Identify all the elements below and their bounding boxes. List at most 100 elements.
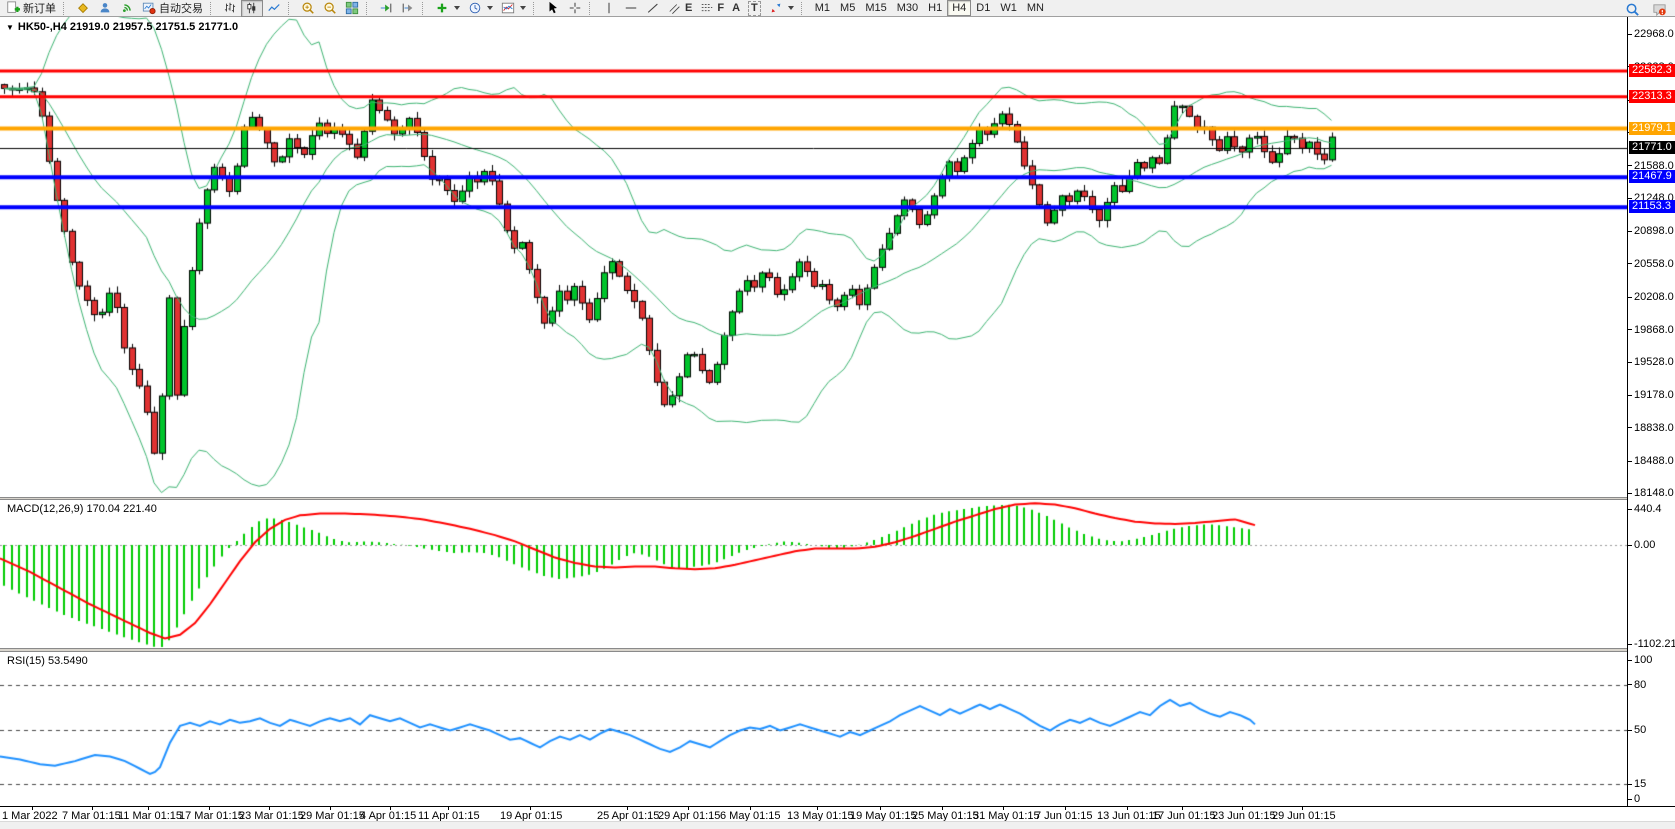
new-order-label: 新订单 [23,0,56,16]
timeframe-button-m5[interactable]: M5 [835,0,860,16]
toolbar-separator [288,2,293,15]
text-label-icon: T [748,1,761,16]
shapes-tool-button[interactable] [765,0,798,17]
indicators-button[interactable] [431,0,464,17]
bar-chart-button[interactable] [219,0,241,17]
signals-button[interactable] [116,0,138,17]
text-label-tool-button[interactable]: T [744,0,765,17]
toolbar-separator [63,2,68,15]
level-price-badge: 21467.9 [1629,170,1675,183]
channel-tool-button[interactable]: E [664,0,696,17]
line-chart-icon [267,1,281,15]
price-tick-label: 18148.0 [1628,487,1674,499]
rsi-panel-canvas[interactable] [0,652,1627,806]
price-tick-label: 19868.0 [1628,324,1674,336]
cursor-tool-button[interactable] [542,0,564,17]
channel-tool-label: E [685,2,692,15]
macd-tick-label: 440.4 [1628,503,1662,515]
price-tick-label: 22968.0 [1628,28,1674,40]
chart-ohlc-values: 21919.0 21957.5 21751.5 21771.0 [70,21,238,33]
text-tool-button[interactable]: A [728,0,744,17]
chart-symbol: HK50-,H4 [18,21,67,33]
shapes-icon [769,1,783,15]
timeframe-button-h1[interactable]: H1 [923,0,947,16]
fibonacci-tool-label: F [717,2,724,15]
crosshair-icon [568,1,582,15]
new-order-icon [6,1,20,15]
trading-platform-window: 新订单 自动交易 E F A T [0,0,1675,829]
macd-tick-label: -1102.21 [1628,638,1675,650]
zoom-out-icon [323,1,337,15]
horizontal-line-tool-button[interactable] [620,0,642,17]
tile-windows-button[interactable] [341,0,363,17]
price-tick-label: 20898.0 [1628,225,1674,237]
toolbar-separator [210,2,215,15]
template-button[interactable] [497,0,530,17]
line-chart-button[interactable] [263,0,285,17]
trendline-tool-button[interactable] [642,0,664,17]
chevron-down-icon [788,6,794,10]
chart-shift-icon [401,1,415,15]
macd-tick-label: 0.00 [1628,539,1655,551]
timeframe-button-mn[interactable]: MN [1022,0,1049,16]
price-tick-label: 19178.0 [1628,389,1674,401]
level-price-badge: 22582.3 [1629,64,1675,77]
chevron-down-icon [520,6,526,10]
price-tick-label: 20208.0 [1628,291,1674,303]
vertical-line-tool-button[interactable] [598,0,620,17]
candlestick-chart-icon [245,1,259,15]
main-chart-canvas[interactable] [0,17,1627,497]
market-icon [98,1,112,15]
fibonacci-tool-button[interactable]: F [696,0,728,17]
candlestick-chart-button[interactable] [241,0,263,17]
autotrade-button[interactable]: 自动交易 [138,0,207,17]
auto-scroll-icon [379,1,393,15]
timeframe-button-m1[interactable]: M1 [810,0,835,16]
chevron-down-icon [487,6,493,10]
timeframe-button-d1[interactable]: D1 [971,0,995,16]
market-button[interactable] [94,0,116,17]
new-order-button[interactable]: 新订单 [2,0,60,17]
zoom-in-icon [301,1,315,15]
level-price-badge: 21979.1 [1629,122,1675,135]
timeframe-button-m30[interactable]: M30 [892,0,923,16]
macd-indicator-label: MACD(12,26,9) 170.04 221.40 [7,503,157,515]
auto-scroll-button[interactable] [375,0,397,17]
toolbar-separator [801,2,806,15]
notifications-button[interactable] [1648,1,1671,18]
zoom-out-button[interactable] [319,0,341,17]
search-button[interactable] [1621,1,1644,18]
fibonacci-icon [700,1,714,15]
rsi-tick-label: 50 [1628,724,1646,736]
timeframe-button-h4[interactable]: H4 [947,0,971,16]
toolbar-separator [589,2,594,15]
price-tick-label: 19528.0 [1628,356,1674,368]
level-price-badge: 21153.3 [1629,200,1675,213]
rsi-tick-label: 0 [1628,793,1640,805]
horizontal-line-icon [624,1,638,15]
macd-panel-canvas[interactable] [0,500,1627,648]
price-axis[interactable]: 22968.022628.022278.021938.021588.021248… [1627,17,1675,806]
timeframe-button-w1[interactable]: W1 [995,0,1022,16]
signals-icon [120,1,134,15]
indicators-icon [435,1,449,15]
crosshair-tool-button[interactable] [564,0,586,17]
chart-shift-button[interactable] [397,0,419,17]
price-tick-label: 20558.0 [1628,258,1674,270]
toolbar-separator [366,2,371,15]
tile-windows-icon [345,1,359,15]
timeframe-button-m15[interactable]: M15 [860,0,891,16]
bar-chart-icon [223,1,237,15]
bottom-strip [0,821,1675,829]
template-icon [501,1,515,15]
rsi-tick-label: 15 [1628,778,1646,790]
metaeditor-button[interactable] [72,0,94,17]
periods-button[interactable] [464,0,497,17]
chart-title: ▼ HK50-,H4 21919.0 21957.5 21751.5 21771.… [6,21,238,33]
zoom-in-button[interactable] [297,0,319,17]
rsi-indicator-label: RSI(15) 53.5490 [7,655,88,667]
toolbar-right [1621,1,1671,18]
price-tick-label: 18488.0 [1628,455,1674,467]
collapse-arrow-icon[interactable]: ▼ [6,23,14,32]
current-price-badge: 21771.0 [1629,141,1675,154]
